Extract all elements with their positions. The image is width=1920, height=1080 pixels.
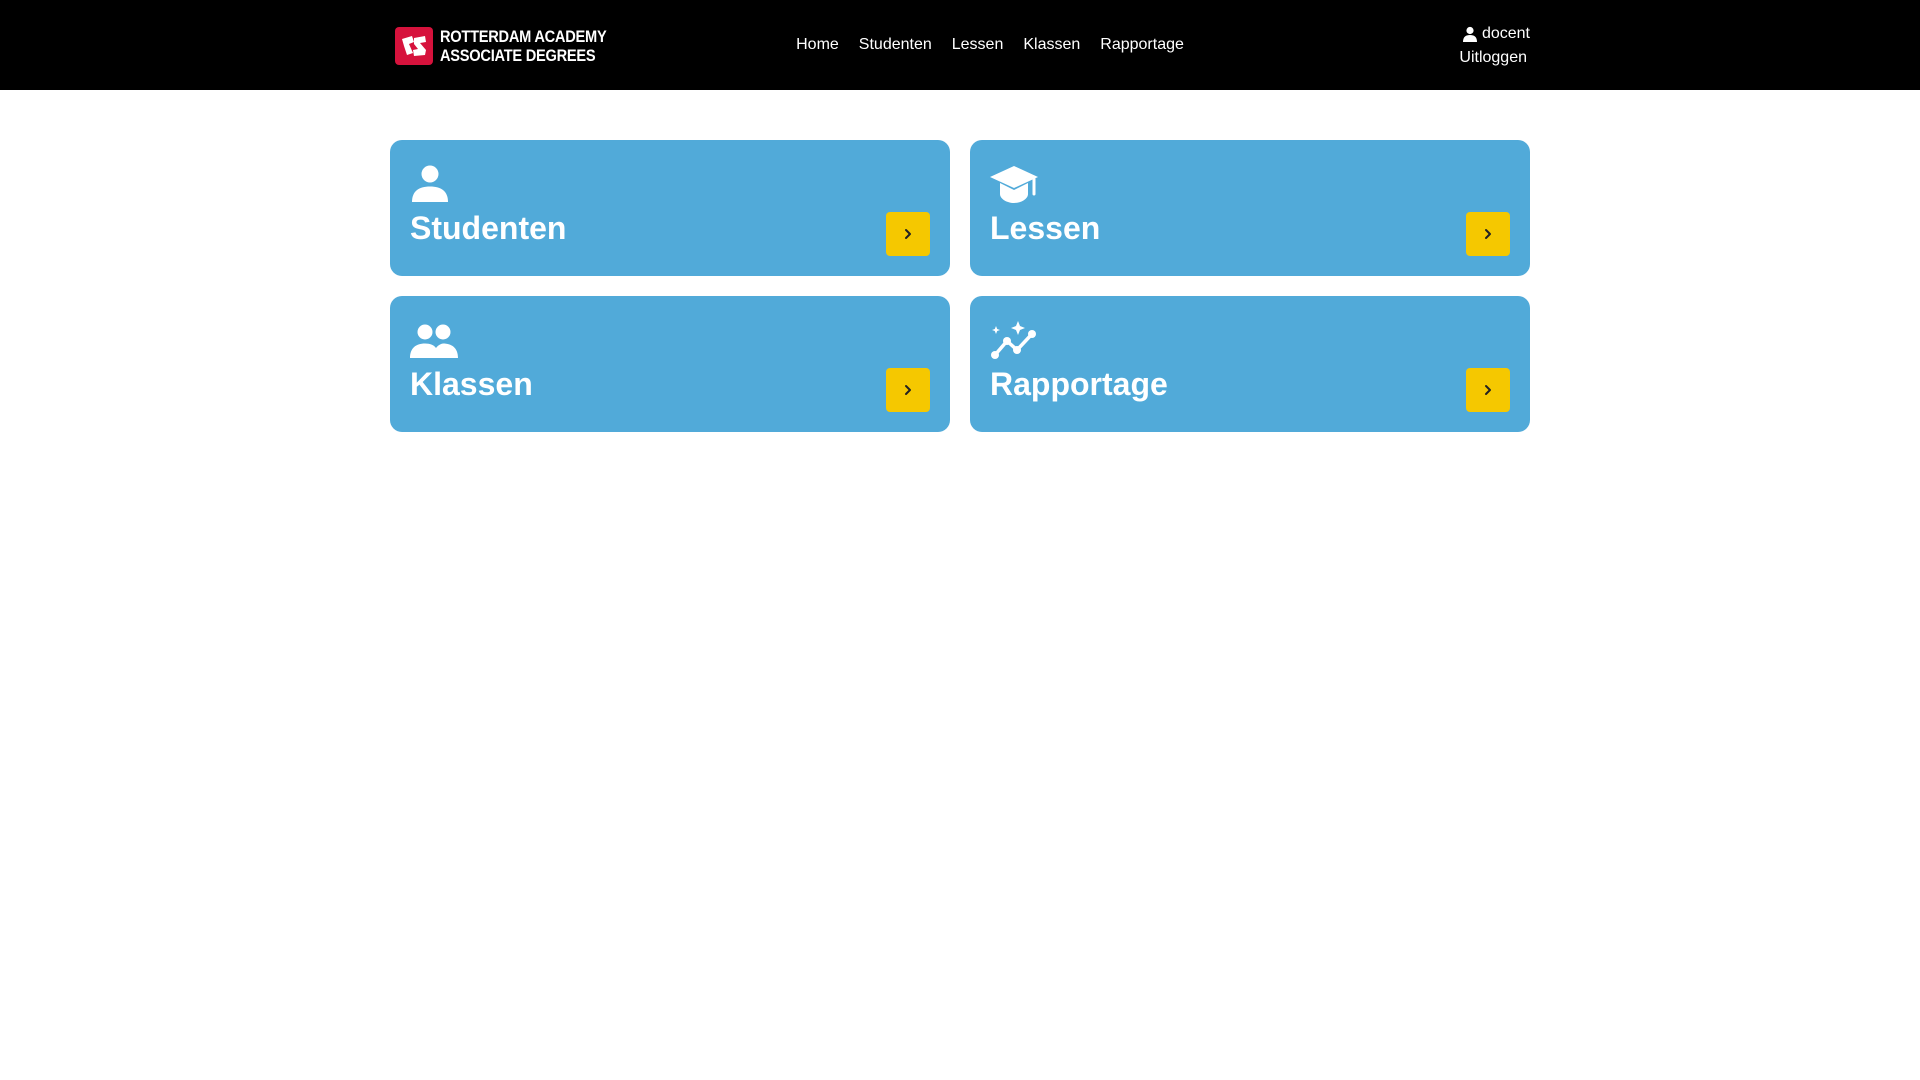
- open-studenten-button[interactable]: [886, 212, 930, 256]
- nav-studenten[interactable]: Studenten: [859, 36, 932, 54]
- graduation-cap-icon: [990, 166, 1038, 203]
- logout-link[interactable]: Uitloggen: [1459, 46, 1527, 70]
- user-info: docent: [1459, 22, 1530, 46]
- card-title: Lessen: [990, 210, 1101, 246]
- top-navbar: ROTTERDAM ACADEMY ASSOCIATE DEGREES Home…: [0, 0, 1920, 90]
- card-title: Klassen: [410, 366, 533, 402]
- user-menu: docent Uitloggen: [1459, 22, 1530, 70]
- main-nav: Home Studenten Lessen Klassen Rapportage: [0, 0, 1920, 90]
- open-lessen-button[interactable]: [1466, 212, 1510, 256]
- chevron-right-icon: [905, 229, 911, 239]
- open-rapportage-button[interactable]: [1466, 368, 1510, 412]
- nav-home[interactable]: Home: [796, 36, 839, 54]
- nav-klassen[interactable]: Klassen: [1023, 36, 1080, 54]
- logo-wordmark: ROTTERDAM ACADEMY ASSOCIATE DEGREES: [440, 27, 607, 65]
- nav-lessen[interactable]: Lessen: [952, 36, 1004, 54]
- logo-line-2: ASSOCIATE DEGREES: [440, 46, 596, 65]
- card-klassen[interactable]: Klassen: [390, 296, 950, 432]
- dashboard-grid: Studenten Lessen Klassen Rapportage: [390, 140, 1530, 432]
- chevron-right-icon: [905, 385, 911, 395]
- card-title: Rapportage: [990, 366, 1168, 402]
- analytics-sparkle-icon: [991, 321, 1036, 359]
- user-name: docent: [1481, 25, 1530, 42]
- card-rapportage[interactable]: Rapportage: [970, 296, 1530, 432]
- chevron-right-icon: [1485, 385, 1491, 395]
- person-icon: [1462, 26, 1477, 42]
- card-title: Studenten: [410, 210, 567, 246]
- logo-link[interactable]: ROTTERDAM ACADEMY ASSOCIATE DEGREES: [395, 27, 634, 65]
- group-icon: [410, 324, 458, 358]
- card-studenten[interactable]: Studenten: [390, 140, 950, 276]
- card-lessen[interactable]: Lessen: [970, 140, 1530, 276]
- person-icon: [412, 165, 448, 202]
- chevron-right-icon: [1485, 229, 1491, 239]
- nav-rapportage[interactable]: Rapportage: [1100, 36, 1184, 54]
- logo-line-1: ROTTERDAM ACADEMY: [440, 27, 607, 46]
- rotterdam-academy-logo-icon: [395, 27, 433, 65]
- open-klassen-button[interactable]: [886, 368, 930, 412]
